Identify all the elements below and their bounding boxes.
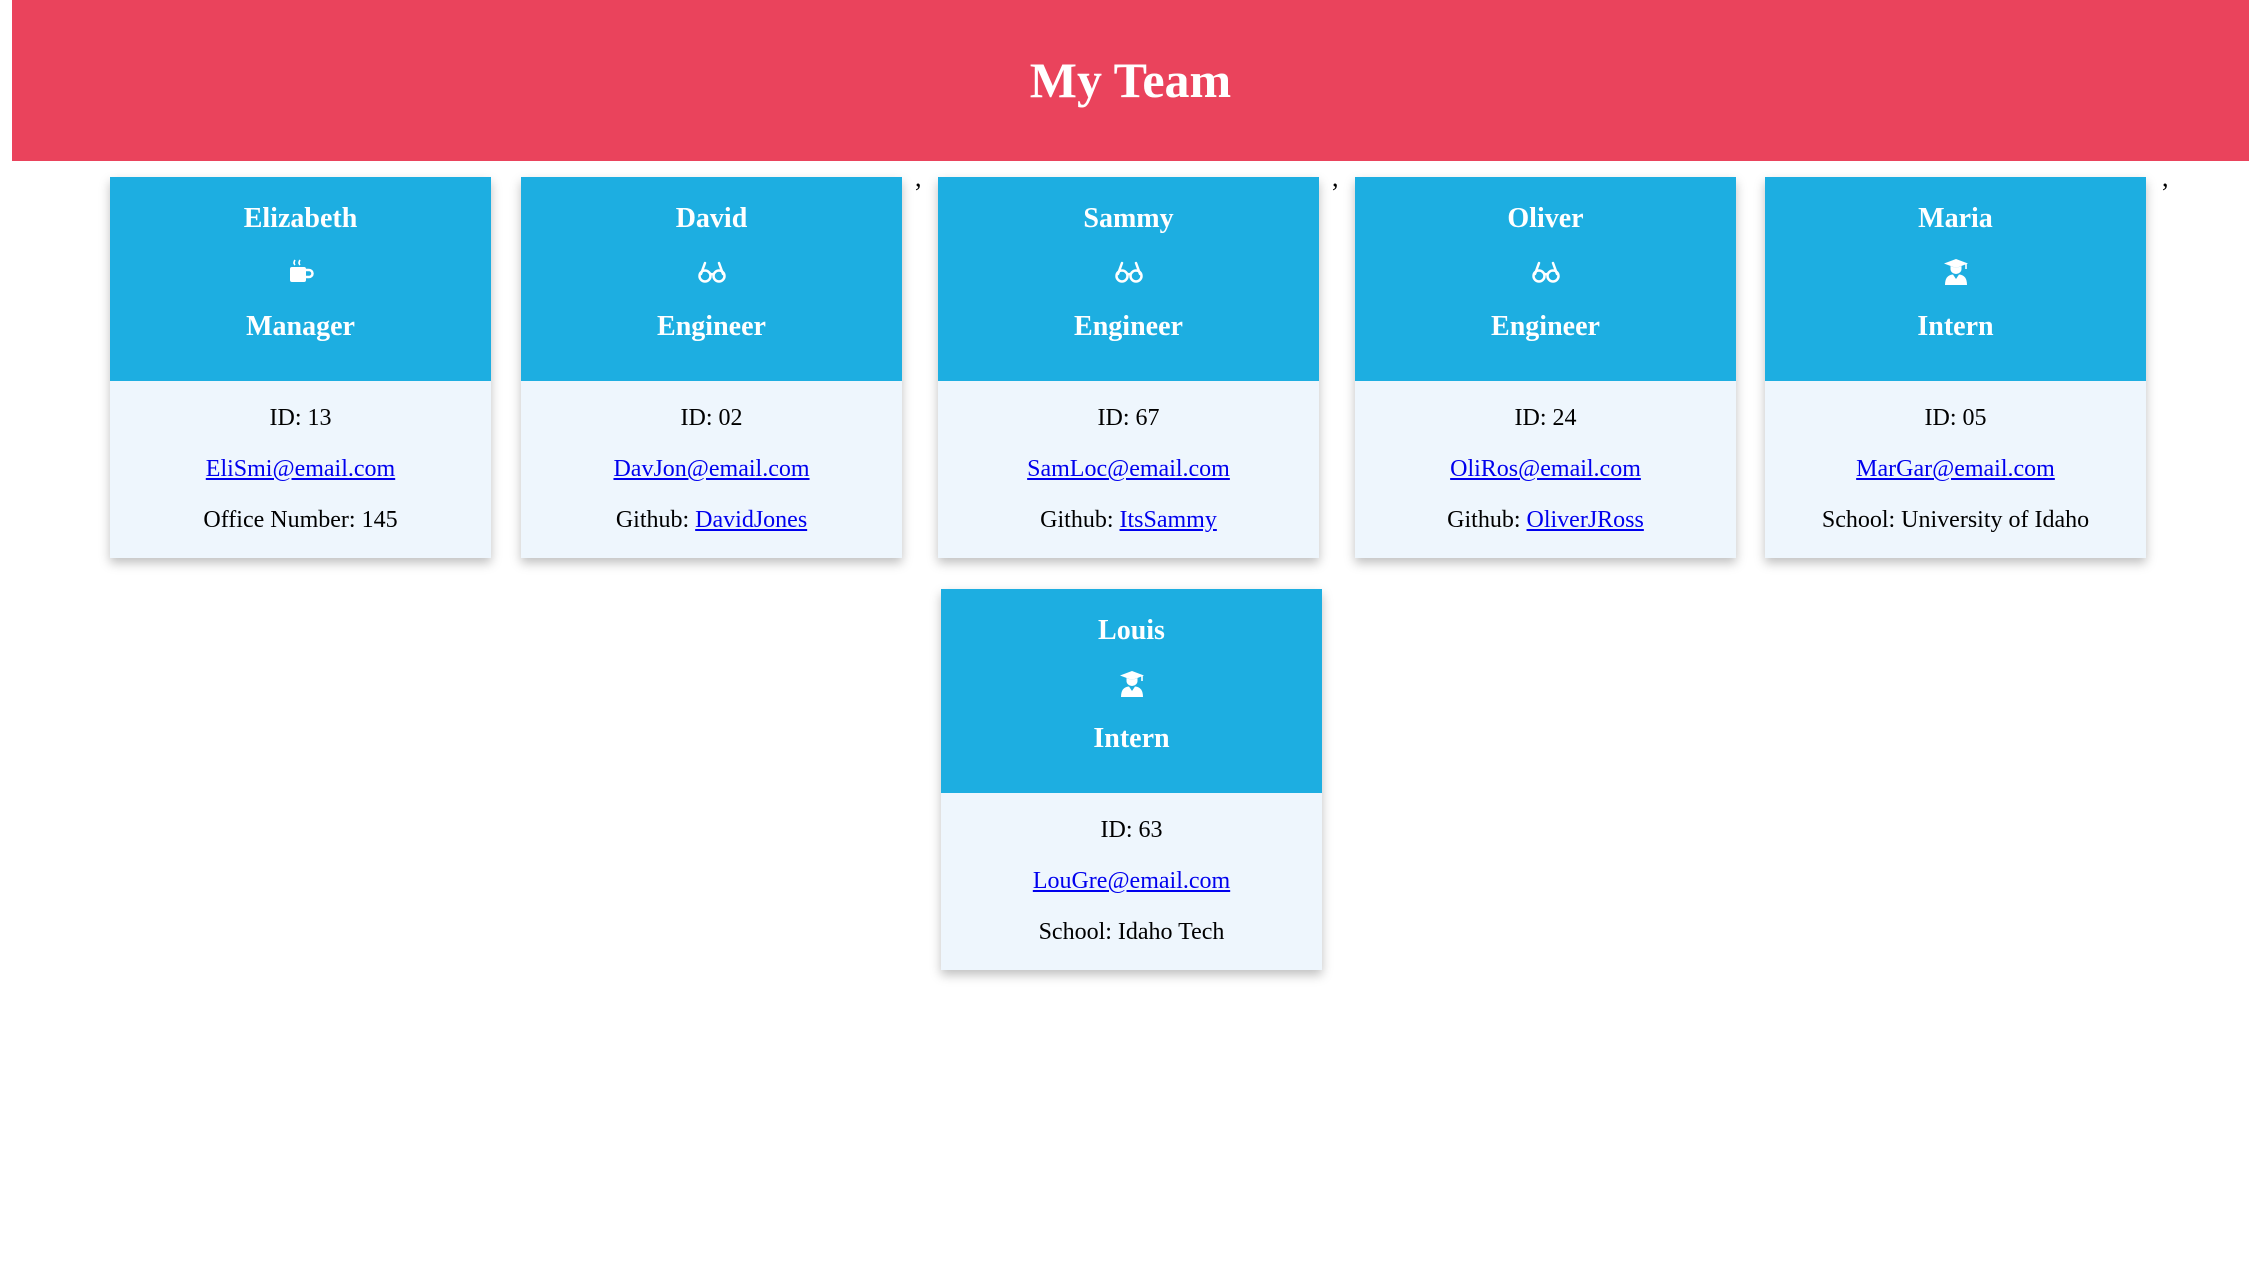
card-body: ID: 02 DavJon@email.com Github: DavidJon… <box>521 381 902 558</box>
github-link[interactable]: ItsSammy <box>1120 507 1217 533</box>
email-link[interactable]: OliRos@email.com <box>1450 456 1641 482</box>
header-banner: My Team <box>12 0 2249 161</box>
email-link[interactable]: SamLoc@email.com <box>1027 456 1230 482</box>
employee-name: David <box>675 203 748 234</box>
employee-name: Louis <box>1098 615 1165 646</box>
employee-role: Manager <box>246 311 355 342</box>
card-body: ID: 24 OliRos@email.com Github: OliverJR… <box>1355 381 1736 558</box>
github-row: Github: OliverJRoss <box>1447 495 1644 546</box>
office-number: Office Number: 145 <box>203 507 398 533</box>
employee-id: ID: 67 <box>1097 405 1160 431</box>
card-header: Oliver Engineer <box>1355 177 1736 381</box>
separator-comma: , <box>2162 163 2169 192</box>
separator-comma: , <box>1332 163 1339 192</box>
github-label: Github: <box>1447 507 1527 533</box>
employee-card: Elizabeth Manager ID: 13 EliSmi@email.co… <box>110 177 491 558</box>
employee-name: Oliver <box>1507 203 1584 234</box>
card-header: Maria Intern <box>1765 177 2146 381</box>
graduate-icon <box>1118 669 1146 699</box>
card-body: ID: 63 LouGre@email.com School: Idaho Te… <box>941 793 1322 970</box>
card-body: ID: 13 EliSmi@email.com Office Number: 1… <box>110 381 491 558</box>
card-header: Elizabeth Manager <box>110 177 491 381</box>
employee-role: Engineer <box>1491 311 1600 342</box>
employee-id: ID: 02 <box>680 405 743 431</box>
github-link[interactable]: DavidJones <box>695 507 807 533</box>
employee-name: Elizabeth <box>243 203 358 234</box>
employee-id: ID: 24 <box>1514 405 1577 431</box>
card-body: ID: 67 SamLoc@email.com Github: ItsSammy <box>938 381 1319 558</box>
coffee-mug-icon <box>287 257 315 287</box>
graduate-icon <box>1942 257 1970 287</box>
school: School: Idaho Tech <box>1038 919 1225 945</box>
card-header: Louis Intern <box>941 589 1322 793</box>
employee-name: Sammy <box>1083 203 1174 234</box>
separator-comma: , <box>915 163 922 192</box>
employee-id: ID: 13 <box>269 405 332 431</box>
employee-card: Maria Intern ID: 05 MarGar@email.com Sch… <box>1765 177 2146 558</box>
github-row: Github: DavidJones <box>616 495 807 546</box>
page-title: My Team <box>1029 52 1232 108</box>
email-link[interactable]: EliSmi@email.com <box>206 456 395 482</box>
employee-name: Maria <box>1918 203 1993 234</box>
glasses-icon <box>1114 257 1144 287</box>
card-body: ID: 05 MarGar@email.com School: Universi… <box>1765 381 2146 558</box>
employee-id: ID: 05 <box>1924 405 1987 431</box>
employee-role: Intern <box>1093 723 1170 754</box>
github-label: Github: <box>615 507 696 533</box>
employee-card: David Engineer ID: 02 DavJon@email.com G… <box>521 177 902 558</box>
github-row: Github: ItsSammy <box>1040 495 1217 546</box>
school: School: University of Idaho <box>1821 507 2090 533</box>
employee-role: Engineer <box>1074 311 1183 342</box>
card-header: David Engineer <box>521 177 902 381</box>
glasses-icon <box>1531 257 1561 287</box>
employee-card: Louis Intern ID: 63 LouGre@email.com Sch… <box>941 589 1322 970</box>
github-link[interactable]: OliverJRoss <box>1527 507 1644 533</box>
email-link[interactable]: MarGar@email.com <box>1856 456 2055 482</box>
employee-card: Oliver Engineer ID: 24 OliRos@email.com … <box>1355 177 1736 558</box>
github-label: Github: <box>1040 507 1120 533</box>
page: My Team , , , Elizabeth Manager ID: 13 E… <box>0 0 2256 1285</box>
employee-card: Sammy Engineer ID: 67 SamLoc@email.com G… <box>938 177 1319 558</box>
glasses-icon <box>697 257 727 287</box>
email-link[interactable]: LouGre@email.com <box>1033 868 1230 894</box>
email-link[interactable]: DavJon@email.com <box>613 456 809 482</box>
employee-role: Engineer <box>657 311 766 342</box>
employee-role: Intern <box>1917 311 1994 342</box>
employee-id: ID: 63 <box>1100 817 1163 843</box>
card-header: Sammy Engineer <box>938 177 1319 381</box>
